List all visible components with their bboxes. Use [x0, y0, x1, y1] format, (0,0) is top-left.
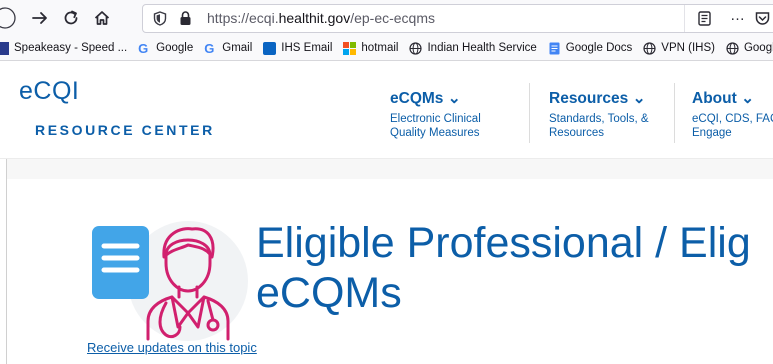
bookmark-label: Speakeasy - Speed ... — [14, 42, 128, 54]
docs-icon — [549, 42, 560, 54]
bookmark-google[interactable]: G Google — [138, 42, 193, 55]
site-logo-ecqi[interactable]: eCQI — [19, 77, 79, 106]
nav-resources-title[interactable]: Resources ⌄ — [549, 89, 649, 108]
bookmark-label: Google Map — [743, 42, 773, 54]
reader-view-icon[interactable] — [698, 11, 711, 26]
globe-icon — [643, 41, 656, 55]
nav-divider — [529, 83, 530, 143]
reload-button[interactable] — [58, 5, 84, 31]
nav-about-title[interactable]: About ⌄ — [692, 89, 773, 108]
bookmark-google-docs[interactable]: Google Docs — [548, 42, 632, 55]
globe-icon — [409, 41, 423, 55]
nav-ecqms-subtitle-line2: Quality Measures — [390, 127, 480, 139]
clinician-document-icon — [92, 221, 248, 341]
nav-resources-subtitle-line2: Resources — [549, 127, 604, 139]
nav-about-subtitle-line2: Engage — [692, 127, 732, 139]
lock-icon[interactable] — [179, 10, 192, 26]
site-logo-resource-center[interactable]: RESOURCE CENTER — [35, 122, 215, 138]
nav-ecqms-title[interactable]: eCQMs ⌄ — [390, 89, 481, 108]
pocket-icon[interactable] — [755, 11, 770, 26]
site-header: eCQI RESOURCE CENTER eCQMs ⌄ Electronic … — [0, 61, 773, 159]
page-actions-menu-icon[interactable]: … — [730, 7, 745, 24]
globe-icon — [726, 41, 739, 55]
nav-resources[interactable]: Resources ⌄ Standards, Tools, & Resource… — [549, 89, 649, 140]
bookmark-indian-health-service[interactable]: Indian Health Service — [409, 41, 537, 55]
bookmarks-bar: Speakeasy - Speed ... G Google G Gmail I… — [0, 36, 773, 61]
url-text[interactable]: https://ecqi.healthit.gov/ep-ec-ecqms — [207, 10, 435, 26]
url-separator — [684, 5, 685, 32]
forward-button[interactable] — [27, 5, 53, 31]
nav-about[interactable]: About ⌄ eCQI, CDS, FAC Engage — [692, 89, 773, 140]
outlook-icon — [263, 41, 277, 55]
nav-divider — [674, 83, 675, 143]
tracking-shield-icon[interactable] — [153, 11, 167, 26]
bookmark-label: IHS Email — [281, 42, 333, 54]
bookmark-google-map[interactable]: Google Map — [726, 41, 773, 55]
google-icon: G — [138, 40, 149, 56]
bookmark-label: Gmail — [222, 42, 253, 54]
bookmark-label: VPN (IHS) — [661, 42, 715, 54]
address-bar[interactable]: https://ecqi.healthit.gov/ep-ec-ecqms … — [142, 4, 773, 33]
page-title-line1: Eligible Professional / Elig — [256, 219, 751, 267]
nav-about-subtitle-line1: eCQI, CDS, FAC — [692, 113, 773, 125]
browser-toolbar: https://ecqi.healthit.gov/ep-ec-ecqms … — [0, 0, 773, 37]
bookmark-ihs-email[interactable]: IHS Email — [263, 41, 333, 55]
bookmark-label: hotmail — [361, 42, 399, 54]
bookmark-label: Google Docs — [565, 42, 633, 54]
reload-icon — [64, 10, 78, 25]
nav-ecqms-subtitle-line1: Electronic Clinical — [390, 113, 481, 125]
bookmark-speakeasy[interactable]: Speakeasy - Speed ... — [0, 41, 128, 55]
receive-updates-link[interactable]: Receive updates on this topic — [87, 340, 257, 355]
bookmark-gmail[interactable]: G Gmail — [204, 42, 252, 55]
forward-arrow-icon — [32, 12, 47, 24]
back-button[interactable] — [0, 5, 18, 31]
bookmark-label: Indian Health Service — [427, 42, 537, 54]
back-arrow-icon — [0, 7, 16, 29]
header-shadow-band — [7, 159, 773, 179]
page-title: Eligible Professional / Elig eCQMs — [256, 218, 773, 318]
bookmark-label: Google — [156, 42, 194, 54]
content-left-border — [6, 159, 7, 364]
speakeasy-icon — [0, 41, 9, 55]
gmail-icon: G — [204, 40, 215, 56]
windows-icon — [343, 41, 357, 55]
nav-ecqms[interactable]: eCQMs ⌄ Electronic Clinical Quality Meas… — [390, 89, 481, 140]
home-button[interactable] — [89, 5, 115, 31]
nav-resources-subtitle-line1: Standards, Tools, & — [549, 113, 649, 125]
bookmark-vpn-ihs[interactable]: VPN (IHS) — [643, 41, 715, 55]
bookmark-hotmail[interactable]: hotmail — [343, 41, 399, 55]
home-icon — [94, 11, 110, 25]
page-title-line2: eCQMs — [256, 269, 402, 317]
